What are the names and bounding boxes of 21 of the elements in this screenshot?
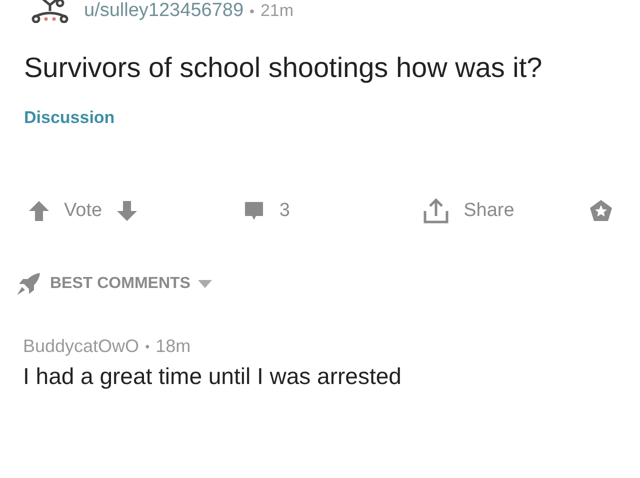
- comment-text: I had a great time until I was arrested: [23, 363, 402, 390]
- share-button[interactable]: Share: [464, 200, 514, 222]
- vote-label: Vote: [64, 200, 102, 222]
- separator: •: [145, 339, 150, 354]
- comment-icon[interactable]: [243, 200, 266, 222]
- sort-dropdown[interactable]: BEST COMMENTS: [50, 275, 212, 293]
- downvote-icon[interactable]: [116, 200, 138, 222]
- upvote-icon[interactable]: [28, 200, 50, 222]
- post-age: 21m: [260, 1, 294, 21]
- award-icon[interactable]: [588, 198, 614, 224]
- comment-age: 18m: [156, 336, 191, 357]
- avatar-icon: [30, 0, 70, 23]
- post-title: Survivors of school shootings how was it?: [24, 51, 544, 85]
- comment-count[interactable]: 3: [279, 200, 290, 222]
- share-icon[interactable]: [422, 197, 450, 225]
- username-link[interactable]: u/sulley123456789: [84, 0, 244, 22]
- caret-icon: [198, 280, 212, 288]
- separator: •: [250, 3, 254, 19]
- flair-tag[interactable]: Discussion: [24, 108, 115, 128]
- rocket-icon: [16, 272, 42, 296]
- comment-author[interactable]: BuddycatOwO: [23, 336, 140, 357]
